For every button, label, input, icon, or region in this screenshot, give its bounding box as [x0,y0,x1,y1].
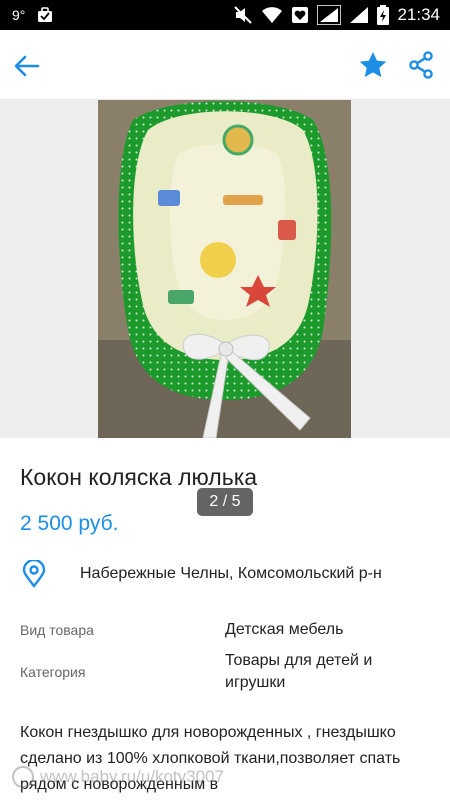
signal-icon-1 [317,5,342,25]
signal-icon-2 [349,6,369,24]
photo-gallery[interactable]: 2 / 5 [0,100,450,516]
product-photo[interactable] [98,100,351,438]
watermark: www.baby.ru/u/koty3007 [12,766,224,788]
app-toolbar [0,30,450,100]
property-value-type: Детская мебель [225,621,344,638]
battery-icon [377,5,390,25]
notification-briefcase-icon [37,7,53,23]
property-label-type: Вид товара [20,622,94,638]
watermark-logo-icon [12,766,34,788]
clock: 21:34 [397,5,440,24]
watermark-text: www.baby.ru/u/koty3007 [40,767,224,786]
listing-location[interactable]: Набережные Челны, Комсомольский р-н [80,565,382,583]
photo-counter: 2 / 5 [197,488,253,516]
status-bar: 9° 21:34 [0,0,450,30]
location-pin-icon [22,558,46,588]
weather-temperature: 9° [12,7,26,23]
arrow-left-icon[interactable] [12,51,42,81]
heart-notification-icon [291,6,309,24]
property-value-category: Товары для детей и игрушки [225,652,373,691]
share-icon[interactable] [408,51,434,79]
property-label-category: Категория [20,664,86,680]
listing-price: 2 500 руб. [20,512,119,535]
mute-icon [233,6,253,24]
star-icon[interactable] [358,50,388,80]
listing-title: Кокон коляска люлька [20,464,258,490]
wifi-icon [261,6,283,24]
